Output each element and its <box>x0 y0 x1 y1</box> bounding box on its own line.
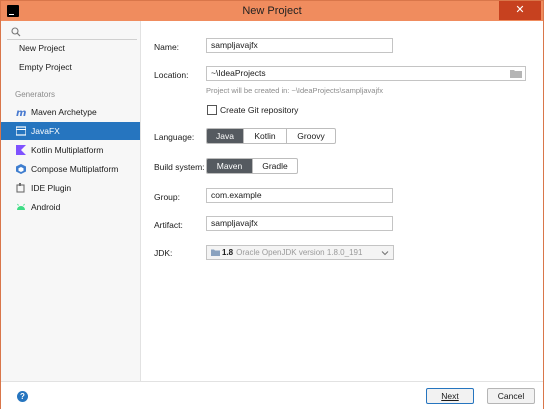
jdk-version: 1.8 <box>222 248 234 257</box>
git-checkbox[interactable] <box>207 105 217 115</box>
language-java-button[interactable]: Java <box>207 129 244 143</box>
artifact-label: Artifact: <box>154 220 183 230</box>
sidebar-item-ide-plugin[interactable]: IDE Plugin <box>1 179 140 197</box>
jdk-dropdown[interactable]: 1.8 Oracle OpenJDK version 1.8.0_191 <box>206 245 394 260</box>
sidebar-item-label: New Project <box>19 43 65 53</box>
search-input[interactable] <box>25 26 135 37</box>
javafx-icon <box>16 126 26 136</box>
folder-icon[interactable] <box>510 69 522 78</box>
help-icon[interactable]: ? <box>17 391 28 402</box>
name-value: sampljavajfx <box>211 40 258 50</box>
build-system-label: Build system: <box>154 162 205 172</box>
group-label: Group: <box>154 192 180 202</box>
chevron-down-icon <box>381 251 389 256</box>
jdk-label: JDK: <box>154 248 173 258</box>
android-icon <box>17 203 25 210</box>
compose-icon <box>16 164 26 174</box>
language-selector: Java Kotlin Groovy <box>206 128 336 144</box>
kotlin-icon <box>16 145 26 155</box>
sidebar-item-label: Empty Project <box>19 62 72 72</box>
sidebar-item-compose-multiplatform[interactable]: Compose Multiplatform <box>1 160 140 178</box>
svg-text:m: m <box>16 108 26 117</box>
location-label: Location: <box>154 70 189 80</box>
title-bar: New Project ✕ <box>1 1 543 21</box>
git-checkbox-label: Create Git repository <box>220 105 299 115</box>
sidebar-item-label: IDE Plugin <box>31 183 72 193</box>
location-hint: Project will be created in: ~\IdeaProjec… <box>206 86 383 95</box>
sidebar-item-empty-project[interactable]: Empty Project <box>1 58 140 76</box>
sidebar-item-maven-archetype[interactable]: m Maven Archetype <box>1 103 140 121</box>
sidebar-item-label: Compose Multiplatform <box>31 164 119 174</box>
sidebar-item-label: JavaFX <box>31 126 60 136</box>
language-groovy-button[interactable]: Groovy <box>287 129 335 143</box>
sidebar: New Project Empty Project Generators m M… <box>1 21 141 381</box>
build-system-selector: Maven Gradle <box>206 158 298 174</box>
search-icon <box>11 26 21 36</box>
sidebar-item-new-project[interactable]: New Project <box>1 39 140 57</box>
group-field[interactable]: com.example <box>206 188 393 203</box>
language-kotlin-button[interactable]: Kotlin <box>244 129 287 143</box>
next-button[interactable]: Next <box>426 388 474 404</box>
maven-icon: m <box>16 108 26 117</box>
sidebar-item-label: Maven Archetype <box>31 107 97 117</box>
group-value: com.example <box>211 190 262 200</box>
window-title: New Project <box>242 5 302 17</box>
name-field[interactable]: sampljavajfx <box>206 38 393 53</box>
sidebar-item-label: Android <box>31 202 61 212</box>
sidebar-item-label: Kotlin Multiplatform <box>31 145 104 155</box>
artifact-field[interactable]: sampljavajfx <box>206 216 393 231</box>
sidebar-item-android[interactable]: Android <box>1 198 140 216</box>
build-gradle-button[interactable]: Gradle <box>253 159 297 173</box>
location-value: ~\IdeaProjects <box>211 68 266 78</box>
location-field[interactable]: ~\IdeaProjects <box>206 66 526 81</box>
close-button[interactable]: ✕ <box>499 1 541 20</box>
generators-heading: Generators <box>15 90 56 99</box>
cancel-button[interactable]: Cancel <box>487 388 535 404</box>
language-label: Language: <box>154 132 195 142</box>
sidebar-item-javafx[interactable]: JavaFX <box>1 122 140 140</box>
name-label: Name: <box>154 42 180 52</box>
plugin-icon <box>16 183 25 193</box>
artifact-value: sampljavajfx <box>211 218 258 228</box>
cancel-button-label: Cancel <box>497 391 525 401</box>
jdk-detail: Oracle OpenJDK version 1.8.0_191 <box>236 248 363 257</box>
new-project-window: New Project ✕ New Project Empty Project … <box>0 0 544 409</box>
build-maven-button[interactable]: Maven <box>207 159 253 173</box>
footer: ? Next Cancel <box>1 381 543 409</box>
sidebar-item-kotlin-multiplatform[interactable]: Kotlin Multiplatform <box>1 141 140 159</box>
search-box[interactable] <box>7 24 137 40</box>
jdk-folder-icon <box>211 249 220 256</box>
next-button-label: Next <box>441 391 459 401</box>
